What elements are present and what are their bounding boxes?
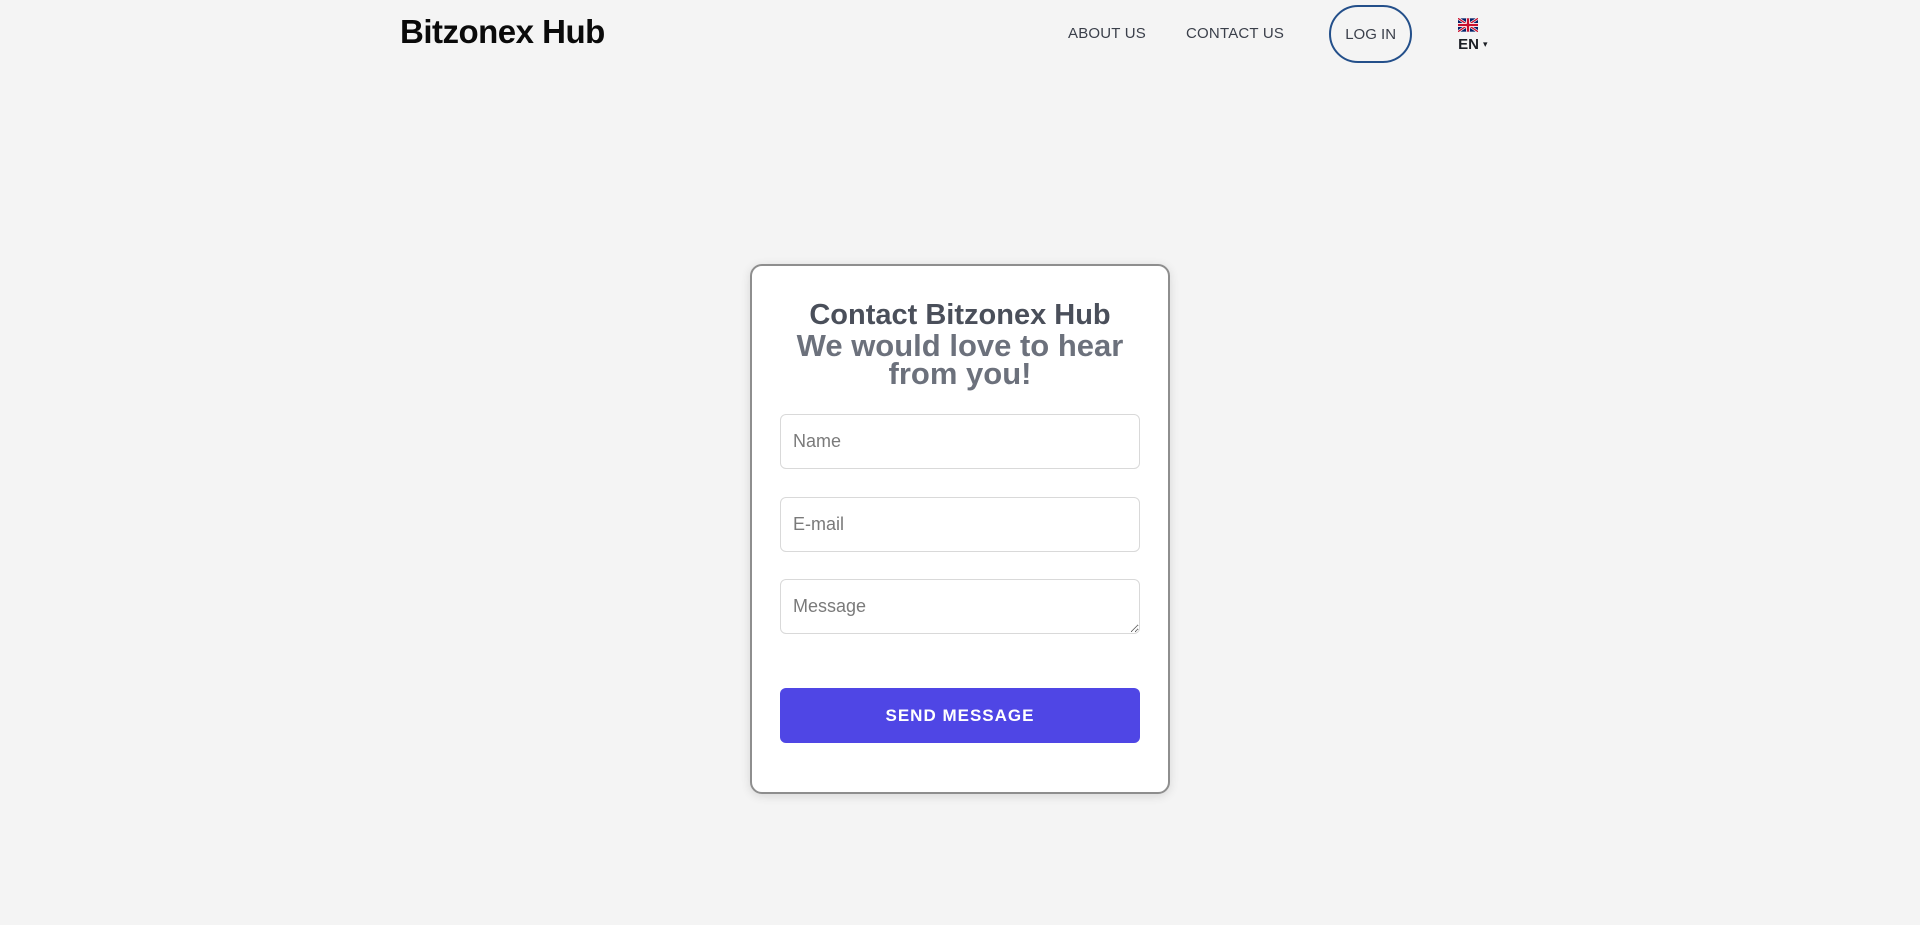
contact-card: Contact Bitzonex Hub We would love to he… (750, 264, 1170, 794)
nav-about-us[interactable]: ABOUT US (1048, 5, 1166, 63)
brand-logo[interactable]: Bitzonex Hub (400, 12, 605, 52)
message-textarea[interactable] (780, 579, 1140, 634)
nav-contact-us[interactable]: CONTACT US (1166, 5, 1304, 63)
login-button[interactable]: LOG IN (1329, 5, 1413, 63)
send-message-button[interactable]: SEND MESSAGE (780, 688, 1140, 743)
language-selector[interactable]: EN ▾ (1458, 16, 1488, 53)
language-label-row: EN ▾ (1458, 36, 1487, 53)
name-input[interactable] (780, 414, 1140, 469)
contact-title: Contact Bitzonex Hub (809, 299, 1111, 331)
email-input[interactable] (780, 497, 1140, 552)
contact-subtitle: We would love to hear from you! (796, 328, 1124, 391)
site-header: Bitzonex Hub ABOUT US CONTACT US LOG IN … (0, 0, 1920, 68)
chevron-down-icon: ▾ (1482, 38, 1488, 49)
language-code: EN (1458, 35, 1479, 53)
uk-flag-icon (1458, 17, 1479, 32)
main-nav: ABOUT US CONTACT US LOG IN EN ▾ (1048, 5, 1488, 63)
